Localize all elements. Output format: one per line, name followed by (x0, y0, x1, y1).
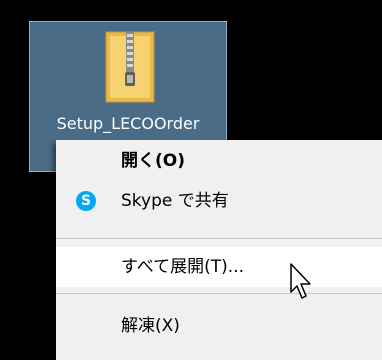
mouse-cursor-icon (290, 263, 311, 299)
menu-item-decompress[interactable]: 解凍(X) (56, 306, 382, 346)
menu-item-skype-share[interactable]: S Skype で共有 (56, 181, 382, 221)
menu-item-label: Skype で共有 (121, 191, 229, 211)
menu-item-open[interactable]: 開く(O) (56, 141, 382, 181)
context-menu: 開く(O) S Skype で共有 すべて展開(T)... 解凍(X) (56, 140, 382, 360)
menu-item-label: 解凍(X) (121, 316, 180, 336)
file-label: Setup_LECOOrder (56, 114, 200, 133)
zip-folder-icon (105, 31, 155, 103)
menu-item-label: すべて展開(T)... (121, 257, 244, 277)
menu-separator (56, 293, 382, 294)
menu-item-label: 開く(O) (121, 151, 185, 171)
menu-item-extract-all[interactable]: すべて展開(T)... (56, 247, 382, 287)
skype-glyph: S (80, 193, 92, 209)
menu-separator (56, 238, 382, 239)
skype-icon: S (76, 191, 96, 211)
